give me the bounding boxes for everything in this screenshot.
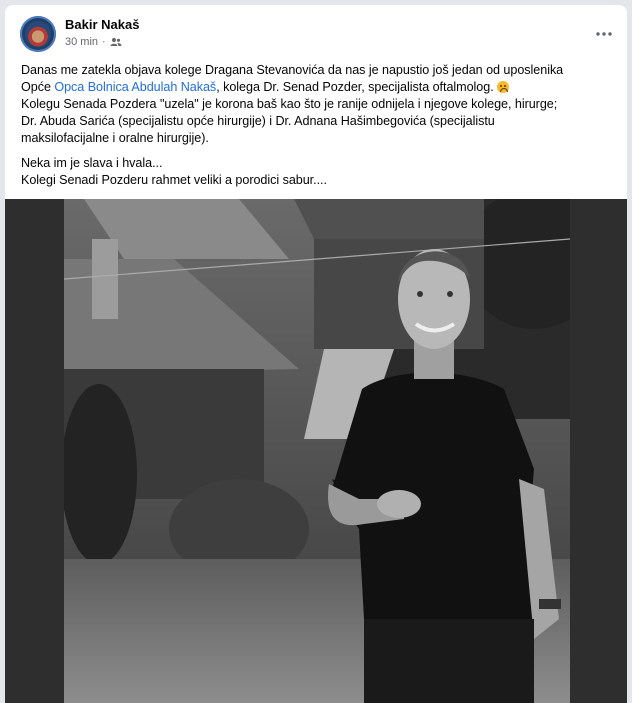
photo-image[interactable] xyxy=(64,199,570,703)
post-line: maksilofacijalne i oralne hirurgije). xyxy=(21,131,209,145)
page-link[interactable]: Opca Bolnica Abdulah Nakaš xyxy=(54,80,216,94)
post-line: Kolegu Senada Pozdera "uzela" je korona … xyxy=(21,97,558,111)
post-time[interactable]: 30 min xyxy=(65,36,98,48)
post-line: Dr. Abuda Sarića (specijalistu opće hiru… xyxy=(21,114,495,128)
post-header: Bakir Nakaš 30 min · xyxy=(5,5,627,61)
friends-icon[interactable] xyxy=(110,37,122,47)
sad-face-emoji xyxy=(497,81,510,93)
post-line: Danas me zatekla objava kolege Dragana S… xyxy=(21,63,564,77)
post-photo[interactable] xyxy=(5,199,627,703)
post-line: Kolegi Senadi Pozderu rahmet veliki a po… xyxy=(21,173,327,187)
post-card: Bakir Nakaš 30 min · Danas me zatekla ob xyxy=(5,5,627,703)
post-line: Opće Opca Bolnica Abdulah Nakaš, kolega … xyxy=(21,79,615,96)
author-name[interactable]: Bakir Nakaš xyxy=(65,17,139,32)
post-text: Danas me zatekla objava kolege Dragana S… xyxy=(21,62,615,189)
post-line: Neka im je slava i hvala... xyxy=(21,156,163,170)
avatar[interactable] xyxy=(20,16,56,52)
more-horizontal-icon xyxy=(596,32,612,36)
post-meta: 30 min · xyxy=(65,36,122,48)
more-options-button[interactable] xyxy=(593,23,615,45)
